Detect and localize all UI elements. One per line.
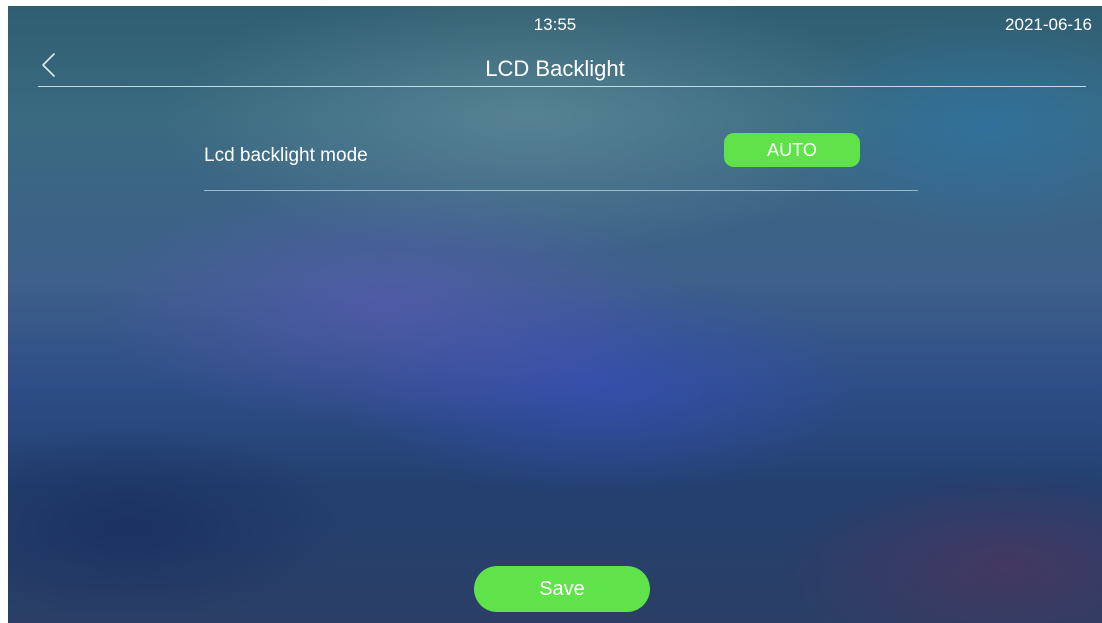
status-bar: 13:55 2021-06-16: [8, 6, 1102, 38]
status-date: 2021-06-16: [1005, 15, 1092, 34]
device-screen: 13:55 2021-06-16 LCD Backlight Lcd backl…: [8, 6, 1102, 623]
header-divider: [38, 86, 1086, 87]
backlight-mode-label: Lcd backlight mode: [204, 145, 368, 166]
setting-row-backlight-mode: Lcd backlight mode AUTO: [204, 126, 918, 188]
backlight-mode-toggle[interactable]: AUTO: [724, 133, 860, 167]
row-divider: [204, 190, 918, 191]
page-header: LCD Backlight: [8, 42, 1102, 88]
save-button[interactable]: Save: [474, 566, 650, 612]
status-time: 13:55: [533, 15, 577, 34]
page-title: LCD Backlight: [485, 56, 625, 81]
